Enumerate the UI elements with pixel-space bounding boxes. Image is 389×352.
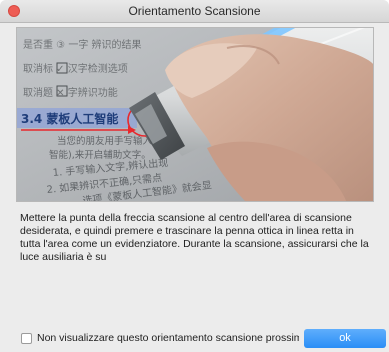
ok-button[interactable]: ok	[304, 329, 386, 348]
paper-text-line: 当您的朋友用手写输入,	[57, 135, 155, 147]
dont-show-again-checkbox[interactable]	[21, 333, 32, 344]
title-bar[interactable]: Orientamento Scansione	[0, 0, 389, 23]
paper-heading: 3.4 蒙板人工智能	[21, 111, 118, 126]
dont-show-again-label[interactable]: Non visualizzare questo orientamento sca…	[37, 332, 299, 344]
dialog-footer: Non visualizzare questo orientamento sca…	[16, 329, 386, 349]
paper-text-top-1: 是否重 ③ 一字 辨识的结果	[23, 38, 142, 51]
paper-text-top-2: 取消标 ✓ 汉字检测选项	[23, 62, 128, 75]
paper-text-top-3: 取消题 ✕ 字辨识功能	[23, 86, 118, 99]
instructions-panel: Mettere la punta della freccia scansione…	[16, 206, 374, 338]
paper-text-line: 智能),来开启辅助文字。	[49, 149, 151, 161]
dialog-window: Orientamento Scansione 是否重 ③ 一字 辨识的结果 取消…	[0, 0, 389, 352]
scan-guide-illustration: 是否重 ③ 一字 辨识的结果 取消标 ✓ 汉字检测选项 取消题 ✕ 字辨识功能 …	[16, 27, 374, 202]
instructions-text: Mettere la punta della freccia scansione…	[20, 212, 369, 263]
window-title: Orientamento Scansione	[128, 4, 261, 18]
